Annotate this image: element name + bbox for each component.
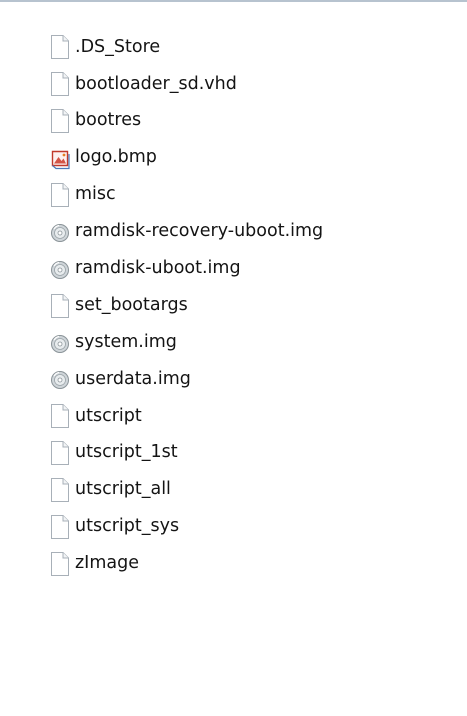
file-item[interactable]: utscript <box>0 398 467 435</box>
file-item[interactable]: .DS_Store <box>0 29 467 66</box>
file-name: ramdisk-uboot.img <box>75 258 241 279</box>
file-item[interactable]: logo.bmp <box>0 140 467 177</box>
generic-file-icon <box>51 441 69 466</box>
generic-file-icon <box>51 109 69 134</box>
generic-file-icon <box>51 72 69 97</box>
generic-file-icon <box>51 35 69 60</box>
generic-file-icon <box>51 515 69 540</box>
file-item[interactable]: set_bootargs <box>0 287 467 324</box>
disc-image-icon <box>51 371 69 390</box>
file-item[interactable]: userdata.img <box>0 361 467 398</box>
file-list: .DS_Store bootloader_sd.vhd bootres logo… <box>0 29 467 582</box>
file-item[interactable]: misc <box>0 177 467 214</box>
file-name: set_bootargs <box>75 294 188 315</box>
file-item[interactable]: utscript_1st <box>0 435 467 472</box>
generic-file-icon <box>51 404 69 429</box>
file-item[interactable]: bootres <box>0 103 467 140</box>
file-item[interactable]: utscript_sys <box>0 509 467 546</box>
file-item[interactable]: bootloader_sd.vhd <box>0 66 467 103</box>
file-item[interactable]: ramdisk-recovery-uboot.img <box>0 213 467 250</box>
file-name: logo.bmp <box>75 147 157 168</box>
generic-file-icon <box>51 183 69 207</box>
file-name: misc <box>75 184 116 205</box>
file-name: userdata.img <box>75 368 191 389</box>
file-name: .DS_Store <box>75 36 161 57</box>
file-item[interactable]: system.img <box>0 324 467 361</box>
file-name: bootloader_sd.vhd <box>75 73 237 94</box>
bitmap-image-icon <box>51 150 70 170</box>
generic-file-icon <box>51 293 69 318</box>
window-top-border <box>0 0 467 2</box>
file-name: utscript_sys <box>75 516 180 537</box>
file-name: ramdisk-recovery-uboot.img <box>75 221 324 242</box>
file-name: bootres <box>75 110 142 131</box>
file-name: zImage <box>75 553 139 574</box>
generic-file-icon <box>51 551 69 576</box>
file-name: utscript_1st <box>75 442 178 463</box>
generic-file-icon <box>51 478 69 503</box>
file-name: system.img <box>75 331 177 352</box>
file-name: utscript <box>75 405 142 426</box>
disc-image-icon <box>51 223 69 242</box>
disc-image-icon <box>51 260 69 279</box>
file-item[interactable]: ramdisk-uboot.img <box>0 250 467 287</box>
file-item[interactable]: zImage <box>0 545 467 582</box>
file-name: utscript_all <box>75 479 171 500</box>
disc-image-icon <box>51 334 69 353</box>
file-item[interactable]: utscript_all <box>0 472 467 509</box>
